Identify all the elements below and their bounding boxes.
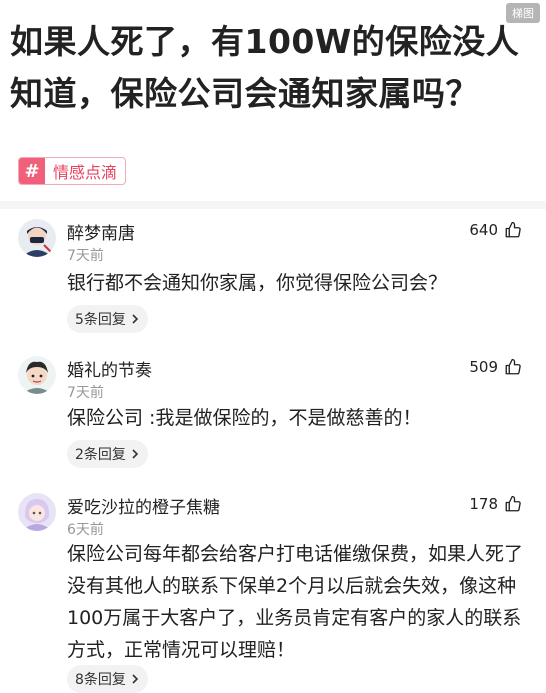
topic-tag[interactable]: # 情感点滴 [18,157,127,185]
topic-tag-label: 情感点滴 [53,163,118,182]
hashtag-icon: # [19,158,45,184]
thumbs-up-icon [505,221,521,238]
reply-count: 5条回复 [75,312,126,328]
comment-time: 7天前 [67,248,104,264]
chevron-right-icon [132,674,139,684]
comment-time: 6天前 [67,522,104,538]
like-count: 178 [469,495,498,513]
comment-text: 银行都不会通知你家属，你觉得保险公司会？ [67,272,448,294]
reply-count: 2条回复 [75,447,126,463]
like-button[interactable]: 509 [469,358,522,376]
comment-text: 保险公司每年都会给客户打电话催缴保费，如果人死了没有其他人的联系下保单2个月以后… [67,543,524,661]
username[interactable]: 醉梦南唐 [67,219,135,244]
like-count: 509 [469,358,498,376]
chevron-right-icon [132,449,139,459]
thumbs-up-icon [505,495,521,512]
page-title: 如果人死了，有100W的保险没人知道，保险公司会通知家属吗？ [10,22,520,113]
like-button[interactable]: 178 [469,495,522,513]
section-divider [0,201,546,209]
comment-text: 保险公司 :我是做保险的，不是做慈善的！ [67,407,422,429]
avatar[interactable] [18,493,56,531]
comment-time: 7天前 [67,385,104,401]
like-button[interactable]: 640 [469,221,522,239]
like-count: 640 [469,221,498,239]
thumbs-up-icon [505,358,521,375]
view-replies-button[interactable]: 5条回复 [67,305,148,333]
avatar[interactable] [18,219,56,257]
reply-count: 8条回复 [75,672,126,688]
avatar[interactable] [18,356,56,394]
username[interactable]: 爱吃沙拉的橙子焦糖 [67,493,220,518]
username[interactable]: 婚礼的节奏 [67,356,152,381]
view-replies-button[interactable]: 2条回复 [67,440,148,468]
chevron-right-icon [132,314,139,324]
